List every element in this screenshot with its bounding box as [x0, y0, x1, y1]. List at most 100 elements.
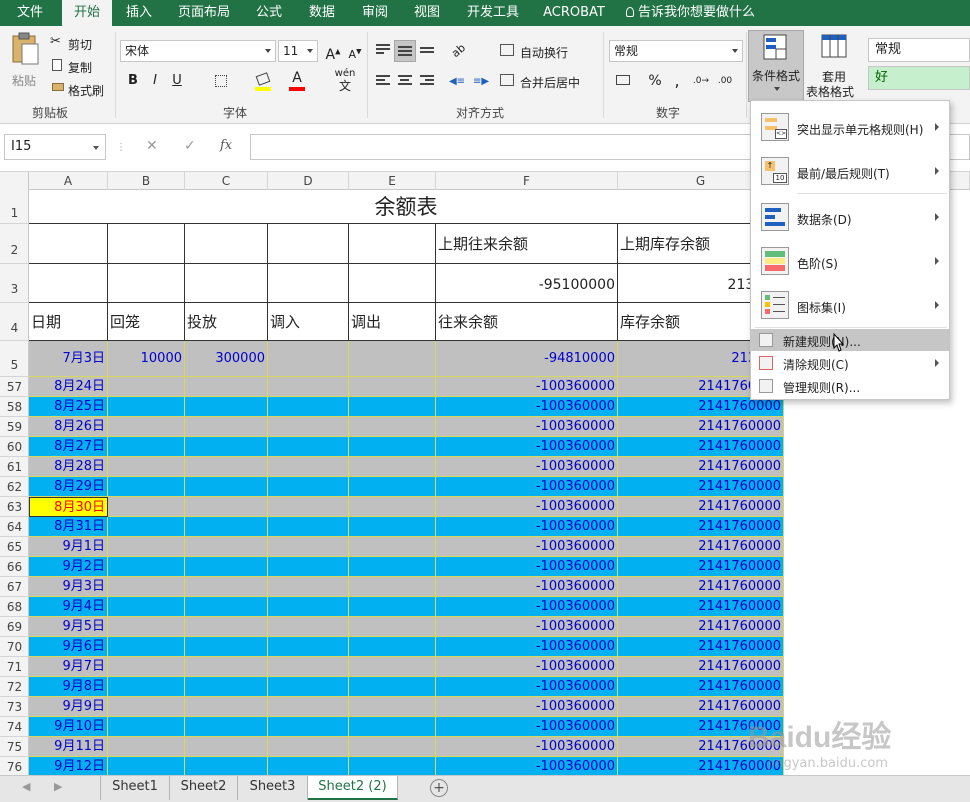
decrease-decimal-button[interactable]: .00: [714, 70, 736, 92]
stock-cell[interactable]: 2141760000: [618, 517, 784, 537]
date-cell[interactable]: 9月11日: [29, 737, 108, 757]
cell[interactable]: [185, 477, 268, 497]
cell[interactable]: [349, 717, 436, 737]
percent-button[interactable]: %: [644, 70, 666, 92]
cell[interactable]: [108, 617, 185, 637]
sheet-tab-sheet2-copy[interactable]: Sheet2 (2): [308, 776, 398, 800]
cell[interactable]: [349, 377, 436, 397]
cell[interactable]: [349, 397, 436, 417]
cell[interactable]: [268, 417, 349, 437]
tab-file[interactable]: 文件: [6, 0, 54, 26]
stock-cell[interactable]: 2141760000: [618, 597, 784, 617]
cell[interactable]: [185, 657, 268, 677]
tell-me-box[interactable]: 告诉我你想要做什么: [626, 0, 766, 26]
menu-item-top-bottom[interactable]: ↑ 10 最前/最后规则(T): [751, 151, 949, 191]
cell[interactable]: [108, 657, 185, 677]
balance-cell[interactable]: -100360000: [436, 737, 618, 757]
increase-decimal-button[interactable]: .0→: [690, 70, 712, 92]
insert-function-button[interactable]: fx: [220, 138, 242, 153]
tab-insert[interactable]: 插入: [116, 0, 162, 26]
balance-cell[interactable]: -100360000: [436, 637, 618, 657]
cell[interactable]: [185, 597, 268, 617]
cell[interactable]: [268, 517, 349, 537]
date-cell[interactable]: 8月29日: [29, 477, 108, 497]
cell[interactable]: [29, 224, 108, 264]
cell[interactable]: [268, 577, 349, 597]
cell[interactable]: [268, 557, 349, 577]
tab-page-layout[interactable]: 页面布局: [172, 0, 236, 26]
cell[interactable]: [349, 537, 436, 557]
balance-cell[interactable]: -100360000: [436, 497, 618, 517]
font-size-select[interactable]: 11: [278, 40, 318, 62]
cell[interactable]: [185, 557, 268, 577]
menu-item-clear-rules[interactable]: 清除规则(C): [751, 352, 949, 374]
date-cell[interactable]: 9月3日: [29, 577, 108, 597]
balance-cell[interactable]: -100360000: [436, 677, 618, 697]
decrease-font-size-button[interactable]: A▼: [344, 40, 366, 62]
menu-item-highlight-cells[interactable]: <> 突出显示单元格规则(H): [751, 107, 949, 147]
cell[interactable]: [268, 437, 349, 457]
tab-developer[interactable]: 开发工具: [460, 0, 526, 26]
cell[interactable]: [108, 397, 185, 417]
conditional-formatting-button[interactable]: 条件格式: [748, 30, 804, 102]
cell-style-normal[interactable]: 常规: [868, 38, 970, 62]
date-cell[interactable]: 9月8日: [29, 677, 108, 697]
decrease-indent-button[interactable]: ◀≡: [446, 70, 468, 92]
cell[interactable]: [108, 224, 185, 264]
balance-cell[interactable]: -100360000: [436, 717, 618, 737]
align-bottom-button[interactable]: [416, 40, 438, 62]
sheet-tab-sheet3[interactable]: Sheet3: [238, 776, 308, 800]
font-color-button[interactable]: A: [286, 70, 308, 92]
format-painter-button[interactable]: 格式刷: [50, 80, 108, 98]
cell[interactable]: [268, 637, 349, 657]
scroll-right-icon[interactable]: ▶: [54, 780, 62, 793]
underline-button[interactable]: U: [166, 70, 188, 92]
cell[interactable]: [268, 597, 349, 617]
cell[interactable]: [108, 577, 185, 597]
cell[interactable]: [349, 657, 436, 677]
cell[interactable]: [185, 224, 268, 264]
cell[interactable]: [185, 717, 268, 737]
header-cell-transfer-out[interactable]: 调出: [349, 303, 436, 341]
cell[interactable]: [185, 264, 268, 303]
cell[interactable]: [108, 597, 185, 617]
outflow-cell[interactable]: 300000: [185, 341, 268, 377]
cut-button[interactable]: ✂ 剪切: [50, 34, 108, 52]
prior-balance-label-cell[interactable]: 上期往来余额: [436, 224, 618, 264]
header-cell-balance[interactable]: 往来余额: [436, 303, 618, 341]
balance-cell[interactable]: -100360000: [436, 577, 618, 597]
menu-item-data-bars[interactable]: 数据条(D): [751, 197, 949, 237]
header-cell-date[interactable]: 日期: [29, 303, 108, 341]
stock-cell[interactable]: 2141760000: [618, 397, 784, 417]
bold-button[interactable]: B: [122, 70, 144, 92]
cell[interactable]: [185, 437, 268, 457]
cell[interactable]: [185, 517, 268, 537]
sheet-title-cell[interactable]: 余额表: [29, 190, 784, 224]
inflow-cell[interactable]: 10000: [108, 341, 185, 377]
menu-item-manage-rules[interactable]: 管理规则(R)...: [751, 375, 949, 397]
cell[interactable]: [185, 637, 268, 657]
cell[interactable]: [185, 677, 268, 697]
menu-item-new-rule[interactable]: 新建规则(N)...: [751, 329, 949, 351]
cell[interactable]: [349, 617, 436, 637]
cancel-button[interactable]: ✕: [146, 138, 166, 154]
phonetic-button[interactable]: wén 文: [330, 68, 360, 92]
prior-balance-value-cell[interactable]: -95100000: [436, 264, 618, 303]
balance-cell[interactable]: -100360000: [436, 757, 618, 775]
date-cell[interactable]: 8月26日: [29, 417, 108, 437]
stock-cell[interactable]: 2141760000: [618, 557, 784, 577]
tab-acrobat[interactable]: ACROBAT: [538, 0, 610, 26]
cell[interactable]: [108, 477, 185, 497]
cell[interactable]: [108, 497, 185, 517]
header-cell-outflow[interactable]: 投放: [185, 303, 268, 341]
increase-font-size-button[interactable]: A▲: [322, 40, 344, 63]
date-cell[interactable]: 8月24日: [29, 377, 108, 397]
cell[interactable]: [108, 377, 185, 397]
cell[interactable]: [268, 677, 349, 697]
header-cell-inflow[interactable]: 回笼: [108, 303, 185, 341]
cell-style-good[interactable]: 好: [868, 66, 970, 90]
merge-center-button[interactable]: 合并后居中: [500, 72, 600, 90]
stock-cell[interactable]: 2141760000: [618, 417, 784, 437]
balance-cell[interactable]: -100360000: [436, 437, 618, 457]
cell[interactable]: [349, 577, 436, 597]
